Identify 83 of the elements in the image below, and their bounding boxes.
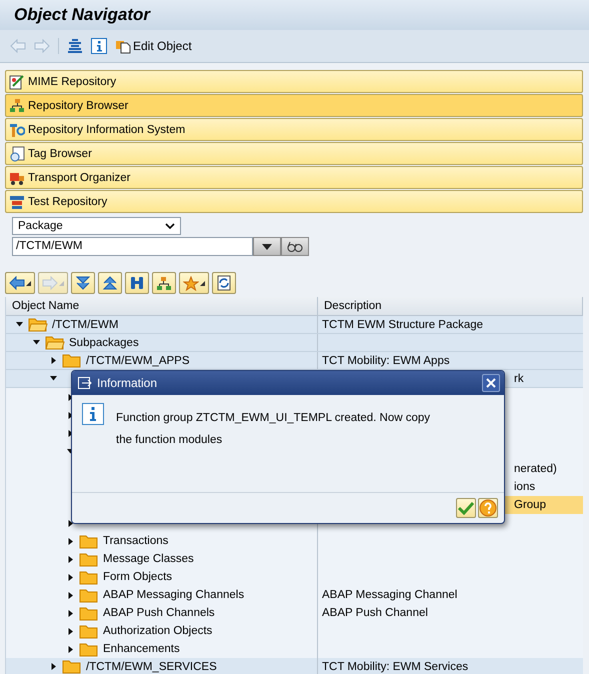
display-button[interactable]: [281, 237, 309, 256]
document-icon: [115, 38, 131, 54]
collapse-button[interactable]: [71, 272, 95, 294]
collapsed-triangle-icon[interactable]: [50, 357, 57, 364]
object-name[interactable]: Message Classes: [102, 553, 194, 565]
object-type-dropdown[interactable]: Package: [12, 217, 181, 235]
expanded-triangle-icon[interactable]: [50, 375, 57, 382]
dropdown-button[interactable]: [253, 237, 281, 256]
triangle-icon: [200, 280, 205, 286]
edit-object-button[interactable]: Edit Object: [115, 38, 192, 54]
hierarchy-icon: [156, 276, 172, 290]
glasses-icon: [287, 240, 303, 252]
object-name[interactable]: /TCTM/EWM: [51, 318, 118, 330]
collapsed-triangle-icon[interactable]: [67, 646, 74, 652]
description-text: TCT Mobility: EWM Apps: [322, 354, 450, 366]
object-name[interactable]: Form Objects: [102, 571, 172, 583]
window-title: Object Navigator: [14, 5, 150, 25]
open-folder-icon: [28, 317, 48, 332]
navigation-panel[interactable]: MIME Repository: [5, 70, 583, 93]
checkmark-icon: [458, 501, 474, 515]
collapsed-triangle-icon[interactable]: [67, 574, 74, 580]
collapsed-triangle-icon[interactable]: [67, 592, 74, 598]
back-arrow-icon: [9, 276, 25, 290]
refresh-icon: [216, 275, 232, 291]
refresh-button[interactable]: [212, 272, 236, 294]
column-header[interactable]: Object Name: [6, 297, 318, 315]
object-name[interactable]: Subpackages: [68, 336, 139, 348]
description-text: TCT Mobility: EWM Services: [322, 660, 468, 672]
chevrons-down-icon: [75, 276, 91, 290]
window-icon: [78, 377, 92, 389]
description-text: rk: [514, 372, 524, 384]
help-button[interactable]: [478, 498, 498, 518]
triangle-icon: [26, 280, 31, 286]
collapsed-triangle-icon[interactable]: [50, 663, 57, 670]
object-name[interactable]: ABAP Messaging Channels: [102, 589, 244, 601]
collapsed-triangle-icon[interactable]: [67, 538, 74, 544]
object-name-field[interactable]: /TCTM/EWM: [12, 237, 253, 256]
collapsed-triangle-icon[interactable]: [67, 610, 74, 616]
navigation-panel[interactable]: Repository Browser: [5, 94, 583, 117]
open-folder-icon: [45, 335, 65, 350]
collapsed-triangle-icon[interactable]: [67, 628, 74, 634]
help-icon: [479, 499, 497, 517]
description-text: nerated): [514, 463, 557, 475]
triangle-icon: [59, 280, 64, 286]
hierarchy-icon: [9, 98, 25, 114]
expand-button[interactable]: [98, 272, 122, 294]
find-button[interactable]: [125, 272, 149, 294]
message-text: Function group ZTCTM_EWM_UI_TEMPL created. Now copy the function modules: [116, 411, 432, 448]
info-icon[interactable]: [91, 38, 107, 54]
navigation-panel[interactable]: Repository Information System: [5, 118, 583, 141]
object-name[interactable]: /TCTM/EWM_SERVICES: [85, 660, 217, 672]
pencil-icon: [9, 74, 25, 90]
navigation-panel[interactable]: Test Repository: [5, 190, 583, 213]
description-text: ABAP Messaging Channel: [322, 589, 458, 601]
navigation-panel[interactable]: Transport Organizer: [5, 166, 583, 189]
confirm-button[interactable]: [456, 498, 476, 518]
collapsed-triangle-icon[interactable]: [67, 556, 74, 562]
triangle-down-icon: [262, 244, 272, 250]
object-name[interactable]: Transactions: [102, 535, 168, 547]
expanded-triangle-icon[interactable]: [33, 339, 40, 346]
description-text: Group: [514, 499, 546, 511]
navigation-panel[interactable]: Tag Browser: [5, 142, 583, 165]
stack-icon[interactable]: [67, 38, 83, 54]
hierarchy-button[interactable]: [152, 272, 176, 294]
close-icon: [486, 378, 496, 388]
object-name[interactable]: Enhancements: [102, 643, 180, 655]
object-name[interactable]: Authorization Objects: [102, 625, 212, 637]
description-text: ions: [514, 481, 536, 493]
forward-arrow-icon: [42, 276, 58, 290]
column-header[interactable]: Description: [318, 297, 583, 315]
description-text: TCTM EWM Structure Package: [322, 318, 484, 330]
star-icon: [183, 276, 199, 290]
back-button[interactable]: [5, 272, 35, 294]
object-name[interactable]: ABAP Push Channels: [102, 607, 215, 619]
chevrons-up-icon: [102, 276, 118, 290]
collapsed-triangle-icon[interactable]: [67, 520, 74, 526]
close-button[interactable]: [482, 374, 500, 392]
description-text: ABAP Push Channel: [322, 607, 428, 619]
expanded-triangle-icon[interactable]: [16, 321, 23, 328]
chevron-down-icon: [165, 223, 175, 229]
dialog-title: Information: [97, 376, 158, 390]
info-icon: [82, 403, 104, 425]
object-name[interactable]: /TCTM/EWM_APPS: [85, 354, 190, 366]
